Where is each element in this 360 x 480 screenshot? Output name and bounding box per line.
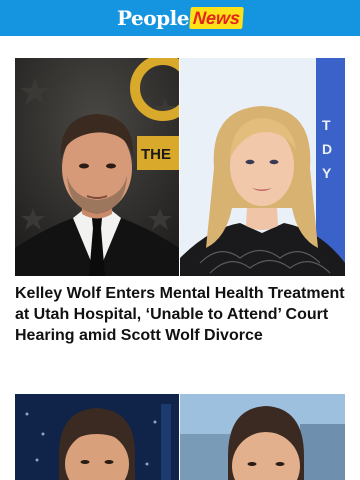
story-image[interactable]: THE T D Y: [15, 58, 345, 276]
photo-scott-wolf: THE: [15, 58, 179, 276]
photo-kelley-wolf-illustration: T D Y: [180, 58, 345, 276]
story-headline[interactable]: Kelley Wolf Enters Mental Health Treatme…: [15, 283, 345, 346]
svg-text:Y: Y: [322, 165, 332, 181]
svg-text:T: T: [322, 117, 331, 133]
people-news-logo[interactable]: People News: [117, 5, 244, 31]
svg-text:D: D: [322, 141, 332, 157]
photo-scott-wolf-illustration: THE: [15, 58, 179, 276]
logo-people-text: People: [117, 6, 189, 30]
header-bar: People News: [0, 0, 360, 36]
photo-man-in-studio: [15, 394, 179, 480]
photo-kelley-wolf: T D Y: [180, 58, 345, 276]
photo-man-outdoors-illustration: [180, 394, 345, 480]
second-story-image[interactable]: [15, 394, 345, 480]
photo-man-in-studio-illustration: [15, 394, 179, 480]
photo-man-outdoors: [180, 394, 345, 480]
logo-news-badge: News: [189, 7, 244, 29]
backdrop-sign-text: THE: [141, 146, 171, 163]
